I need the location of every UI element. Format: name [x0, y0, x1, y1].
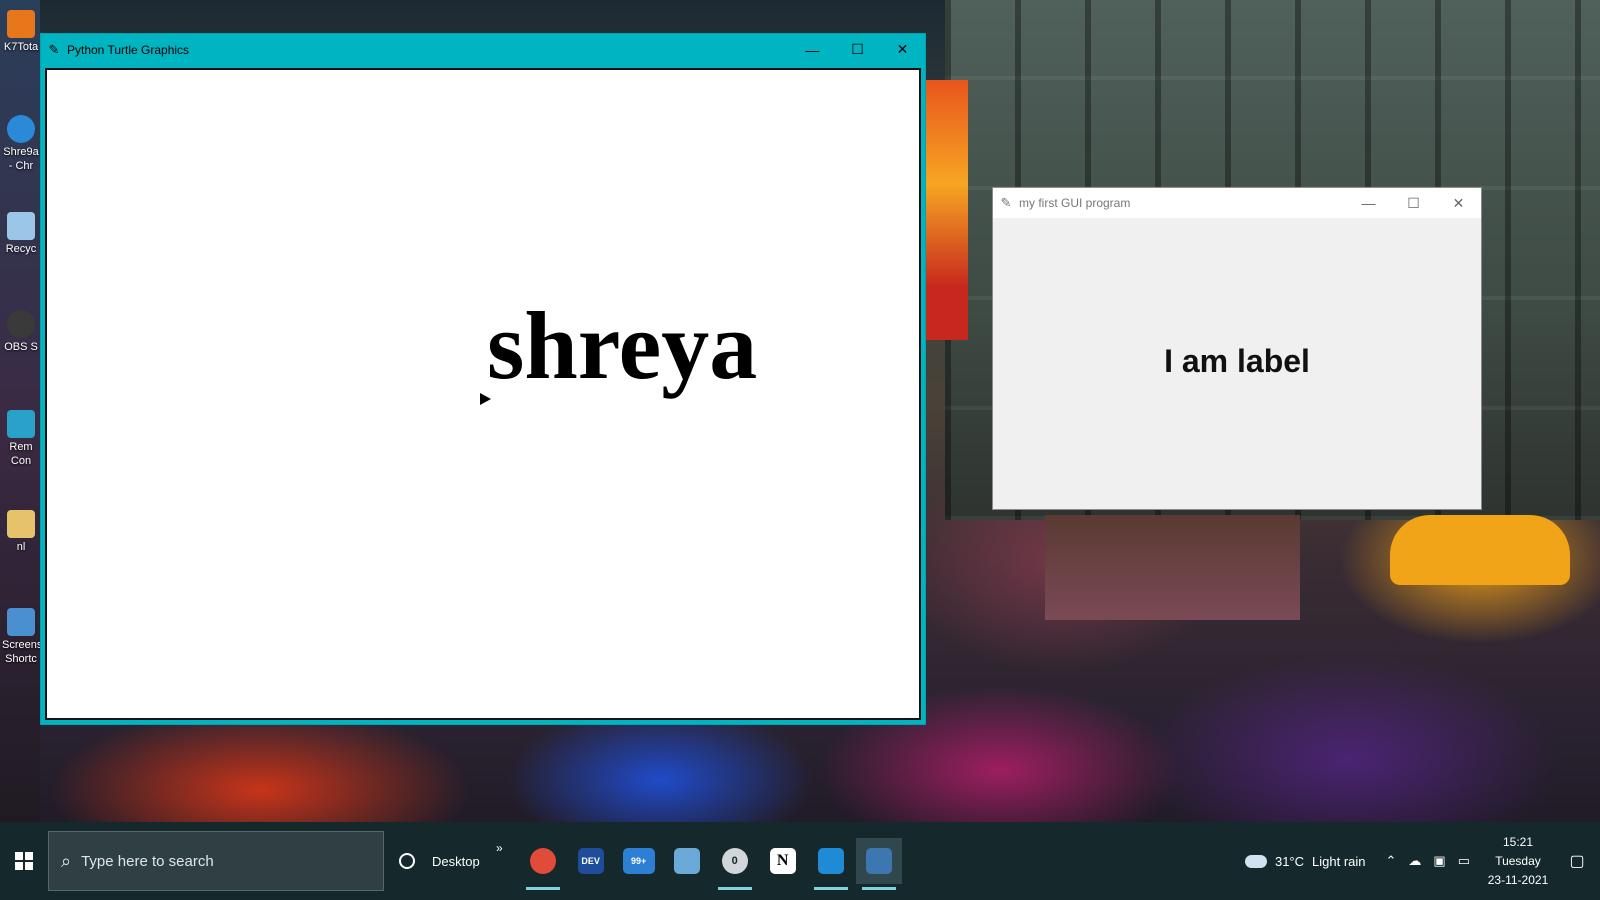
desktop-icon-label: Screens Shortc: [2, 639, 43, 665]
gui-window-titlebar[interactable]: ✎ my first GUI program — ☐ ✕: [993, 188, 1481, 218]
taskbar-app-chrome[interactable]: [520, 838, 566, 890]
search-placeholder: Type here to search: [81, 852, 214, 870]
toolbar-chevron-icon[interactable]: »: [496, 841, 503, 855]
onedrive-cloud-icon[interactable]: ☁: [1408, 853, 1421, 869]
chrome-icon: [7, 115, 35, 143]
desktop-icon-label: Rem Con: [9, 441, 33, 467]
desktop-icon-label: nl: [16, 541, 26, 553]
desktop-icon-k7[interactable]: K7Tota: [2, 10, 40, 54]
feather-icon: ✎: [1000, 195, 1012, 210]
close-button[interactable]: ✕: [1436, 188, 1481, 219]
notification-icon: ▢: [1569, 853, 1585, 870]
remote-desktop-icon: [673, 848, 700, 874]
clock-time: 15:21: [1502, 834, 1534, 849]
turtle-arrow-icon: [480, 393, 491, 405]
wallpaper-food-cart: [1045, 515, 1300, 620]
taskbar: ⌕ Type here to search Desktop » DEV 99+ …: [0, 822, 1600, 900]
taskbar-app-dev[interactable]: DEV: [568, 838, 614, 884]
clock-app-icon: 0: [721, 848, 748, 874]
taskbar-app-clock[interactable]: 0: [712, 838, 758, 890]
maximize-button[interactable]: ☐: [1391, 188, 1436, 219]
taskbar-app-notion[interactable]: N: [760, 838, 806, 884]
chevron-up-icon[interactable]: ⌃: [1386, 853, 1397, 869]
cortana-button[interactable]: [384, 853, 430, 869]
screenshot-icon: [7, 608, 35, 636]
desktop-icon-obs[interactable]: OBS S: [2, 310, 40, 354]
chrome-icon: [529, 848, 556, 874]
taskbar-app-python[interactable]: [855, 838, 902, 890]
cortana-icon: [399, 853, 415, 869]
desktop-icon-remote[interactable]: Rem Con: [2, 410, 40, 468]
notification-center-button[interactable]: ▢: [1554, 851, 1600, 871]
clock-day: Tuesday: [1495, 853, 1541, 868]
turtle-canvas[interactable]: shreya: [45, 68, 921, 720]
turtle-window-titlebar[interactable]: ✎ Python Turtle Graphics — ☐ ✕: [41, 34, 925, 65]
desktop-icon-chrome[interactable]: Shre9a - Chr: [2, 115, 40, 173]
folder-icon: [7, 510, 35, 538]
obs-icon: [7, 310, 35, 338]
weather-widget[interactable]: 31°C Light rain: [1244, 853, 1366, 869]
python-icon: [865, 848, 892, 874]
weather-condition: Light rain: [1312, 853, 1366, 869]
turtle-written-text: shreya: [487, 292, 758, 399]
start-button[interactable]: [0, 822, 48, 900]
recycle-bin-icon: [7, 212, 35, 240]
rain-cloud-icon: [1244, 854, 1267, 868]
desktop-icon-label: Shre9a - Chr: [3, 146, 39, 172]
desktop-icon-screenshot[interactable]: Screens Shortc: [2, 608, 43, 666]
minimize-button[interactable]: —: [1346, 188, 1391, 219]
window-title: Python Turtle Graphics: [67, 42, 190, 57]
mail-icon: 99+: [622, 848, 655, 874]
desktop-icon-recycle-bin[interactable]: Recyc: [2, 212, 40, 256]
window-title: my first GUI program: [1019, 196, 1131, 210]
remote-desktop-icon: [7, 410, 35, 438]
feather-icon: ✎: [48, 41, 60, 57]
weather-temp: 31°C: [1274, 853, 1305, 869]
meet-now-icon[interactable]: ▣: [1433, 853, 1445, 869]
close-button[interactable]: ✕: [880, 34, 925, 65]
network-icon[interactable]: ▭: [1458, 853, 1470, 869]
desktop-icon-label: Recyc: [5, 243, 37, 255]
k7-icon: [7, 10, 35, 38]
taskbar-app-vscode[interactable]: [808, 838, 854, 890]
dev-icon: DEV: [577, 848, 604, 874]
taskbar-search-box[interactable]: ⌕ Type here to search: [48, 831, 384, 891]
desktop-icon-label: K7Tota: [3, 41, 39, 53]
taskbar-clock[interactable]: 15:21 Tuesday 23-11-2021: [1482, 833, 1554, 890]
turtle-graphics-window[interactable]: ✎ Python Turtle Graphics — ☐ ✕ shreya: [40, 33, 926, 725]
clock-date: 23-11-2021: [1487, 872, 1549, 887]
minimize-button[interactable]: —: [790, 34, 835, 65]
wallpaper-taxi: [1390, 515, 1570, 585]
vscode-icon: [817, 848, 844, 874]
wallpaper-neon-sign: [926, 80, 968, 340]
search-icon: ⌕: [61, 850, 72, 871]
windows-logo-icon: [15, 852, 33, 870]
desktop-icon-label: OBS S: [4, 341, 38, 353]
gui-program-window[interactable]: ✎ my first GUI program — ☐ ✕ I am label: [992, 187, 1482, 510]
desktop-icon-folder[interactable]: nl: [2, 510, 40, 554]
desktop-toolbar-label[interactable]: Desktop: [432, 854, 496, 869]
taskbar-app-remote[interactable]: [664, 838, 710, 884]
taskbar-app-mail[interactable]: 99+: [616, 838, 662, 884]
maximize-button[interactable]: ☐: [835, 34, 880, 65]
system-tray: 31°C Light rain ⌃ ☁ ▣ ▭ 15:21 Tuesday 23…: [1244, 822, 1600, 900]
notion-icon: N: [769, 848, 796, 874]
gui-label-text: I am label: [1164, 343, 1310, 379]
